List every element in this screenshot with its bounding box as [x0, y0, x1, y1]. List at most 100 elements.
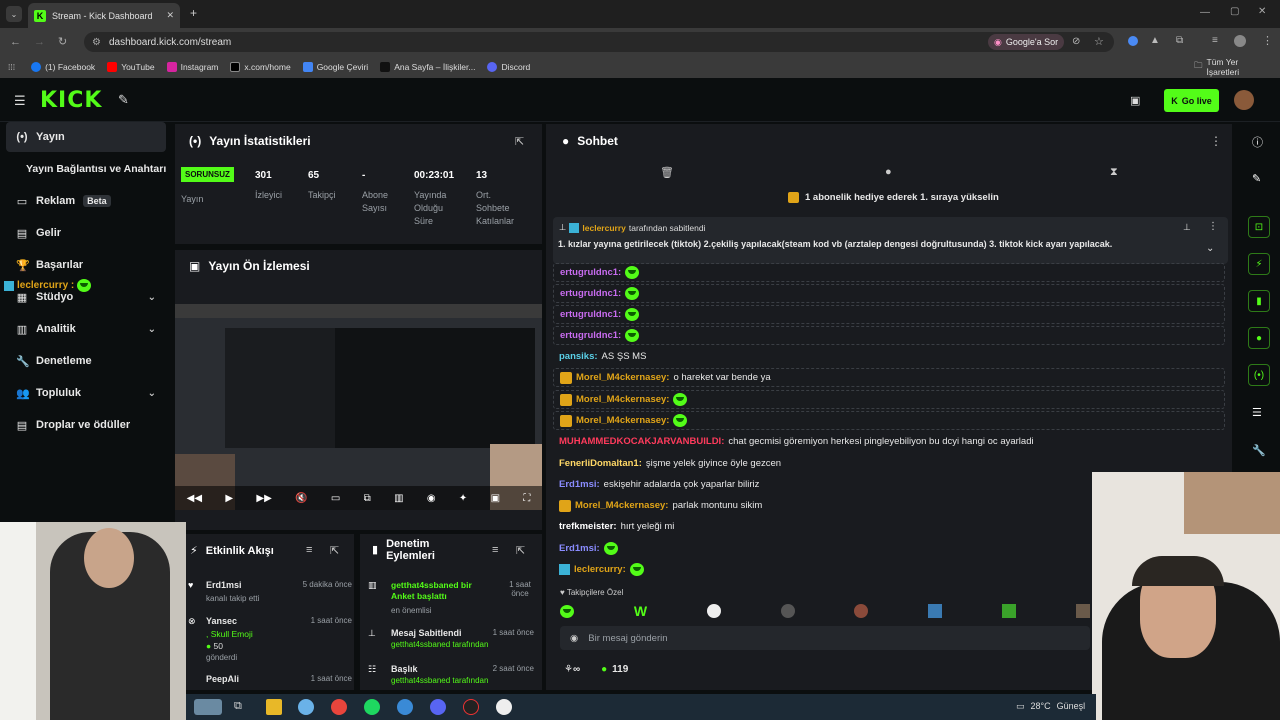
forward-icon[interactable]: → — [34, 36, 45, 48]
chat-username[interactable]: ertugruldnc1: — [560, 288, 621, 299]
sidebar-item-analitik[interactable]: ▥ Analitik ⌄ — [6, 314, 166, 344]
filter-icon[interactable]: ≡ — [306, 544, 312, 556]
popout-icon[interactable]: ⇱ — [515, 135, 524, 148]
task-view-icon[interactable]: ⧉ — [234, 700, 242, 713]
rewind-icon[interactable]: ◀◀ — [187, 493, 202, 504]
chat-message[interactable]: pansiks: AS ŞS MS — [553, 347, 1225, 366]
chat-message[interactable]: FenerliDomaltan1: şişme yelek giyince öyl… — [553, 454, 1225, 473]
chat-message[interactable]: ertugruldnc1: — [553, 263, 1225, 282]
popout-icon[interactable]: ⇱ — [330, 544, 339, 557]
chat-username[interactable]: FenerliDomaltan1: — [559, 458, 642, 469]
mute-icon[interactable]: 🔇 — [295, 493, 307, 504]
chat-message[interactable]: Morel_M4ckernasey: — [553, 411, 1225, 430]
back-icon[interactable]: ← — [10, 36, 21, 48]
sidebar-item-yayin[interactable]: (•) Yayın — [6, 122, 166, 152]
apps-icon[interactable]: ⁞⁞⁞ — [8, 62, 15, 72]
bookmark-star-icon[interactable]: ☆ — [1094, 35, 1104, 48]
kick-logo[interactable]: KICK — [40, 88, 102, 113]
google-sor-button[interactable]: ◉ Google'a Sor — [988, 34, 1065, 50]
pinned-menu-icon[interactable]: ⋮ — [1208, 221, 1218, 232]
sidebar-item-topluluk[interactable]: 👥 Topluluk ⌄ — [6, 378, 166, 408]
forward-icon[interactable]: ▶▶ — [256, 493, 271, 504]
rail-button-screen[interactable]: ⊡ — [1248, 216, 1270, 238]
chat-username[interactable]: Morel_M4ckernasey: — [576, 394, 669, 405]
sidebar-item-basarilar[interactable]: 🏆 Başarılar — [6, 250, 166, 280]
chat-input[interactable]: ◉ Bir mesaj gönderin — [560, 626, 1090, 650]
hamburger-menu-icon[interactable]: ☰ — [14, 93, 26, 109]
emote-icon[interactable] — [854, 604, 869, 618]
chat-username[interactable]: Morel_M4ckernasey: — [575, 500, 668, 511]
emote-icon[interactable] — [706, 604, 721, 618]
slow-mode-icon[interactable]: ⧗ — [1110, 166, 1118, 179]
emote-icon[interactable] — [780, 604, 795, 618]
sidebar-item-denetleme[interactable]: 🔧 Denetleme — [6, 346, 166, 376]
sparkle-icon[interactable]: ✦ — [459, 493, 467, 504]
crop-icon[interactable]: ⧉ — [364, 493, 371, 504]
rail-button-panel[interactable]: ▮ — [1248, 290, 1270, 312]
go-live-button[interactable]: K Go live — [1164, 89, 1219, 112]
extension-icon-2[interactable]: ▲ — [1150, 35, 1160, 46]
chat-username[interactable]: ertugruldnc1: — [560, 330, 621, 341]
info-icon[interactable]: ⓘ — [1252, 134, 1263, 150]
popout-icon[interactable]: ⇱ — [516, 544, 525, 557]
bookmark-google-translate[interactable]: Google Çeviri — [302, 62, 368, 72]
edit-icon[interactable]: ✎ — [1252, 172, 1261, 185]
browser-tab[interactable]: K Stream - Kick Dashboard ✕ — [28, 3, 180, 28]
photos-icon[interactable] — [298, 699, 314, 715]
chevron-down-icon[interactable]: ⌄ — [1206, 243, 1214, 254]
discord-icon[interactable] — [430, 699, 446, 715]
minimize-button[interactable]: — — [1200, 7, 1210, 18]
emoji-icon[interactable]: ◉ — [570, 633, 578, 644]
pin-tool-icon[interactable]: ✎ — [118, 92, 129, 108]
url-input[interactable]: ⚙ dashboard.kick.com/stream — [84, 32, 1114, 52]
obs-icon[interactable] — [463, 699, 479, 715]
chat-message[interactable]: ertugruldnc1: — [553, 326, 1225, 345]
bookmark-instagram[interactable]: Instagram — [166, 62, 218, 72]
rail-button-broadcast[interactable]: (•) — [1248, 364, 1270, 386]
bookmark-facebook[interactable]: (1) Facebook — [31, 62, 95, 72]
chat-username[interactable]: leclercurry: — [574, 564, 626, 575]
maximize-button[interactable]: ▢ — [1230, 6, 1239, 17]
fullscreen-icon[interactable]: ⛶ — [523, 493, 530, 504]
chat-settings-icon[interactable]: ⚘∞ — [564, 664, 580, 675]
camera-icon[interactable]: ▭ — [331, 493, 340, 504]
stream-preview-video[interactable]: ◀◀ ▶ ▶▶ 🔇 ▭ ⧉ ▥ ◉ ✦ ▣ ⛶ — [175, 304, 542, 510]
chat-message[interactable]: MUHAMMEDKOCAKJARVANBUILDI: chat gecmisi g… — [553, 432, 1225, 451]
chat-message[interactable]: Morel_M4ckernasey: — [553, 390, 1225, 409]
unpin-icon[interactable]: ⊥ — [1183, 222, 1191, 233]
emote-w-icon[interactable]: W — [634, 603, 647, 619]
tab-search-button[interactable]: ⌄ — [6, 6, 22, 22]
widgets-icon[interactable] — [194, 699, 222, 715]
profile-avatar[interactable] — [1234, 35, 1246, 47]
play-icon[interactable]: ▶ — [225, 493, 233, 504]
all-bookmarks[interactable]: 🗀 Tüm Yer İşaretleri — [1194, 57, 1268, 77]
user-avatar[interactable] — [1234, 90, 1254, 110]
bookmark-discord[interactable]: Discord — [487, 62, 530, 72]
filter-icon[interactable]: ≡ — [492, 544, 498, 556]
chat-username[interactable]: pansiks: — [559, 351, 598, 362]
weather-widget[interactable]: ▭ 28°C Güneşl — [1016, 701, 1085, 712]
trash-icon[interactable]: 🗑 — [660, 166, 674, 179]
eye-off-icon[interactable]: ⊘ — [1072, 36, 1080, 47]
menu-icon[interactable]: ⋮ — [1262, 34, 1273, 47]
emote-icon[interactable] — [1002, 604, 1017, 618]
puzzle-icon[interactable]: ⧉ — [1176, 35, 1183, 46]
sidebar-item-gelir[interactable]: ▤ Gelir — [6, 218, 166, 248]
sidebar-item-reklam[interactable]: ▭ Reklam Beta — [6, 186, 166, 216]
site-info-icon[interactable]: ⚙ — [92, 37, 101, 48]
rail-button-lightning[interactable]: ⚡ — [1248, 253, 1270, 275]
spotify-icon[interactable] — [364, 699, 380, 715]
chat-username[interactable]: ertugruldnc1: — [560, 309, 621, 320]
chrome-icon[interactable] — [331, 699, 347, 715]
storage-icon[interactable]: ☰ — [1252, 406, 1262, 419]
chat-username[interactable]: ertugruldnc1: — [560, 267, 621, 278]
media-icon[interactable]: ≡ — [1212, 35, 1218, 46]
chat-username[interactable]: Erd1msi: — [559, 543, 600, 554]
chat-message[interactable]: ertugruldnc1: — [553, 284, 1225, 303]
sidebar-item-stream-key[interactable]: Yayın Bağlantısı ve Anahtarı — [16, 154, 176, 184]
reload-icon[interactable]: ↻ — [58, 35, 67, 48]
close-window-button[interactable]: ✕ — [1258, 6, 1266, 17]
record-icon[interactable]: ◉ — [427, 493, 436, 504]
bookmark-youtube[interactable]: YouTube — [107, 62, 155, 72]
pip-icon[interactable]: ▣ — [491, 493, 500, 504]
